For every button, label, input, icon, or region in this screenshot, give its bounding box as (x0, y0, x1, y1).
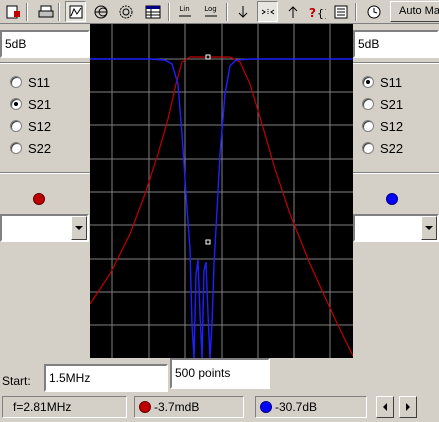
radio-label: S11 (380, 74, 403, 90)
radio-label: S22 (380, 140, 404, 156)
radio-button[interactable] (362, 76, 374, 88)
radio-label: S22 (28, 140, 52, 156)
print-icon[interactable] (35, 1, 56, 22)
left-param-group: S11 S21 S12 S22 (10, 72, 88, 162)
log-scale-button[interactable]: Log (200, 1, 221, 22)
start-frequency-input[interactable]: 1.5MHz (44, 364, 168, 392)
radio-label: S21 (380, 96, 404, 112)
frequency-value: f=2.81MHz (13, 400, 72, 414)
arrow-up-icon[interactable] (282, 1, 303, 22)
blue-dot-icon (260, 401, 272, 413)
chevron-right-icon (406, 403, 410, 411)
marker-2-handle[interactable] (205, 239, 211, 245)
blue-trace-color-icon[interactable] (386, 193, 398, 205)
scroll-left-button[interactable] (376, 396, 394, 418)
radio-button[interactable] (10, 76, 22, 88)
settings-icon[interactable] (330, 1, 351, 22)
left-radio-s21[interactable]: S21 (10, 96, 51, 112)
left-trace-dropdown[interactable] (0, 214, 89, 242)
arrow-down-icon[interactable] (232, 1, 253, 22)
left-divider (0, 62, 90, 64)
left-radio-s12[interactable]: S12 (10, 118, 51, 134)
right-trace-dropdown[interactable] (353, 214, 439, 242)
linear-scale-button[interactable]: Lin (174, 1, 195, 22)
right-radio-s12[interactable]: S12 (362, 118, 403, 134)
svg-text:?: ? (309, 6, 316, 19)
frequency-readout: f=2.81MHz (2, 396, 127, 418)
auto-max-button[interactable]: Auto Ma (390, 1, 439, 22)
left-scale-field[interactable]: 5dB (0, 30, 90, 58)
red-trace-color-icon[interactable] (33, 193, 45, 205)
right-radio-s11[interactable]: S11 (362, 74, 402, 90)
marker2-readout: -30.7dB (255, 396, 367, 418)
radio-button[interactable] (10, 120, 22, 132)
right-radio-s22[interactable]: S22 (362, 140, 403, 156)
left-divider (0, 172, 90, 174)
svg-text:{}: {} (317, 7, 326, 19)
radio-button[interactable] (10, 98, 22, 110)
radio-button[interactable] (10, 142, 22, 154)
chevron-down-icon[interactable] (71, 216, 87, 240)
radio-label: S21 (28, 96, 52, 112)
marker1-value: -3.7mdB (154, 400, 200, 414)
scroll-right-button[interactable] (399, 396, 417, 418)
radio-label: S12 (380, 118, 404, 134)
marker1-readout: -3.7mdB (134, 396, 244, 418)
plot-grid (90, 24, 353, 358)
smith-chart-icon[interactable] (90, 1, 111, 22)
right-radio-s21[interactable]: S21 (362, 96, 403, 112)
start-label: Start: (2, 374, 31, 388)
polar-chart-icon[interactable] (115, 1, 136, 22)
radio-label: S11 (28, 74, 51, 90)
right-divider (353, 62, 439, 64)
marker-1-handle[interactable] (205, 54, 211, 60)
marker-zoom-icon[interactable] (257, 1, 278, 22)
toolbar: Lin Log ?{} Auto Ma (0, 0, 439, 24)
right-divider (353, 172, 439, 174)
help-context-icon[interactable]: ?{} (306, 1, 327, 22)
radio-button[interactable] (362, 142, 374, 154)
marker2-value: -30.7dB (275, 400, 318, 414)
response-plot[interactable] (90, 24, 353, 358)
points-input[interactable]: 500 points (170, 358, 270, 389)
lin-label: Lin (179, 4, 190, 13)
right-param-group: S11 S21 S12 S22 (362, 72, 438, 162)
rectangular-plot-icon[interactable] (65, 1, 86, 22)
log-label: Log (204, 4, 217, 13)
red-dot-icon (139, 401, 151, 413)
chevron-down-icon[interactable] (421, 216, 437, 240)
radio-button[interactable] (362, 98, 374, 110)
left-radio-s22[interactable]: S22 (10, 140, 51, 156)
open-file-icon[interactable] (2, 1, 23, 22)
clock-icon[interactable] (363, 1, 384, 22)
chevron-left-icon (383, 403, 387, 411)
radio-button[interactable] (362, 120, 374, 132)
table-view-icon[interactable] (142, 1, 163, 22)
right-scale-field[interactable]: 5dB (353, 30, 439, 58)
radio-label: S12 (28, 118, 52, 134)
left-radio-s11[interactable]: S11 (10, 74, 50, 90)
